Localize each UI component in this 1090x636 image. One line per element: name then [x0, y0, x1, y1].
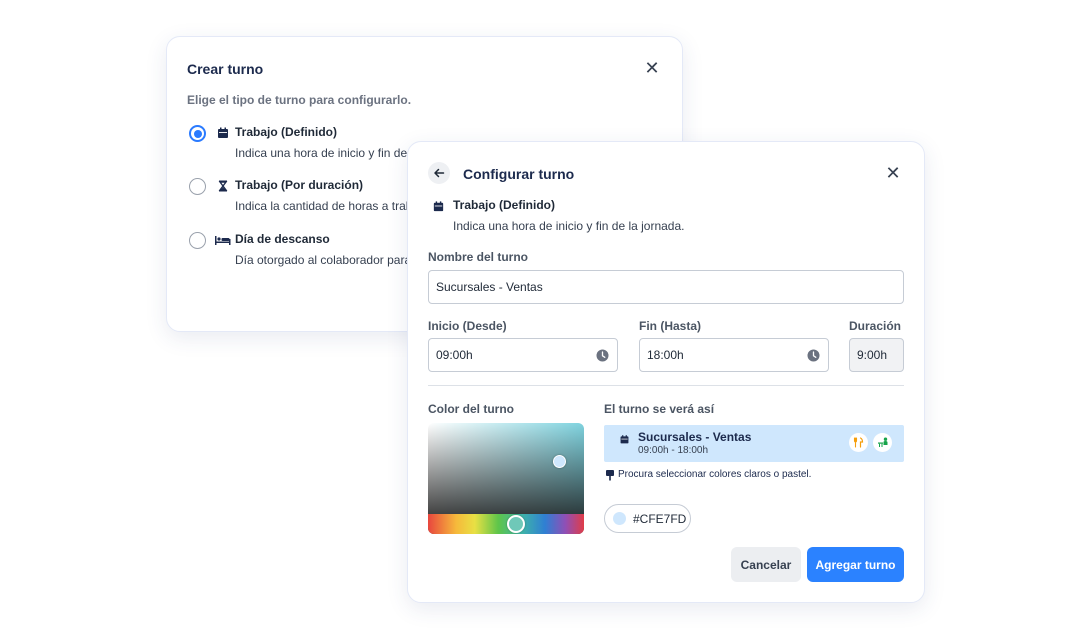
start-time-input[interactable]: 09:00h: [428, 338, 618, 372]
divider: [428, 385, 904, 386]
shift-name-input[interactable]: Sucursales - Ventas: [428, 270, 904, 304]
create-dialog-subtitle: Elige el tipo de turno para configurarlo…: [187, 93, 412, 107]
clock-icon[interactable]: [807, 349, 820, 362]
start-time-label: Inicio (Desde): [428, 319, 507, 333]
duration-field: 9:00h: [849, 338, 904, 372]
color-picker[interactable]: [428, 423, 584, 534]
arrow-left-icon: [434, 168, 445, 178]
preview-label: El turno se verá así: [604, 402, 715, 416]
end-time-input[interactable]: 18:00h: [639, 338, 829, 372]
config-dialog-title: Configurar turno: [463, 166, 575, 182]
duration-label: Duración: [849, 319, 902, 333]
color-swatch: [613, 512, 626, 525]
person-desk-icon: [873, 433, 892, 452]
create-dialog-title: Crear turno: [187, 61, 264, 77]
end-time-label: Fin (Hasta): [639, 319, 702, 333]
clock-icon[interactable]: [596, 349, 609, 362]
shift-type-description: Indica una hora de inicio y fin de la jo…: [453, 219, 685, 233]
close-icon[interactable]: ✕: [643, 59, 661, 77]
color-hint: Procura seleccionar colores claros o pas…: [618, 469, 812, 480]
calendar-icon: [433, 201, 444, 212]
preview-shift-name: Sucursales - Ventas: [638, 430, 752, 444]
color-label: Color del turno: [428, 402, 514, 416]
option-description: Indica la cantidad de horas a trab: [235, 199, 413, 213]
option-description: Indica una hora de inicio y fin de: [235, 146, 408, 160]
radio-defined-shift[interactable]: [189, 125, 206, 142]
radio-duration-shift[interactable]: [189, 178, 206, 195]
hue-handle[interactable]: [507, 515, 525, 533]
saturation-handle[interactable]: [553, 455, 566, 468]
add-shift-button[interactable]: Agregar turno: [807, 547, 904, 582]
hue-slider[interactable]: [428, 514, 584, 534]
shift-name-label: Nombre del turno: [428, 250, 529, 264]
fork-knife-icon: [849, 433, 868, 452]
shift-preview: Sucursales - Ventas 09:00h - 18:00h: [604, 425, 904, 462]
cancel-button[interactable]: Cancelar: [731, 547, 801, 582]
start-time-value: 09:00h: [436, 348, 473, 362]
pushpin-icon: [606, 470, 614, 481]
option-label: Trabajo (Por duración): [235, 178, 364, 192]
option-label: Trabajo (Definido): [235, 125, 337, 139]
hex-color-value: #CFE7FD: [633, 511, 687, 526]
radio-rest-day[interactable]: [189, 232, 206, 249]
option-label: Día de descanso: [235, 232, 330, 246]
calendar-icon: [620, 435, 629, 444]
calendar-icon: [218, 127, 228, 138]
back-button[interactable]: [428, 162, 450, 184]
close-icon[interactable]: ✕: [884, 164, 902, 182]
preview-shift-time: 09:00h - 18:00h: [638, 445, 709, 456]
option-description: Día otorgado al colaborador para: [235, 253, 412, 267]
configure-shift-dialog: Configurar turno ✕ Trabajo (Definido) In…: [407, 141, 925, 603]
hex-color-input[interactable]: #CFE7FD: [604, 504, 691, 533]
hourglass-icon: [218, 180, 228, 192]
bed-icon: [215, 236, 231, 245]
end-time-value: 18:00h: [647, 348, 684, 362]
shift-type-label: Trabajo (Definido): [453, 198, 555, 212]
